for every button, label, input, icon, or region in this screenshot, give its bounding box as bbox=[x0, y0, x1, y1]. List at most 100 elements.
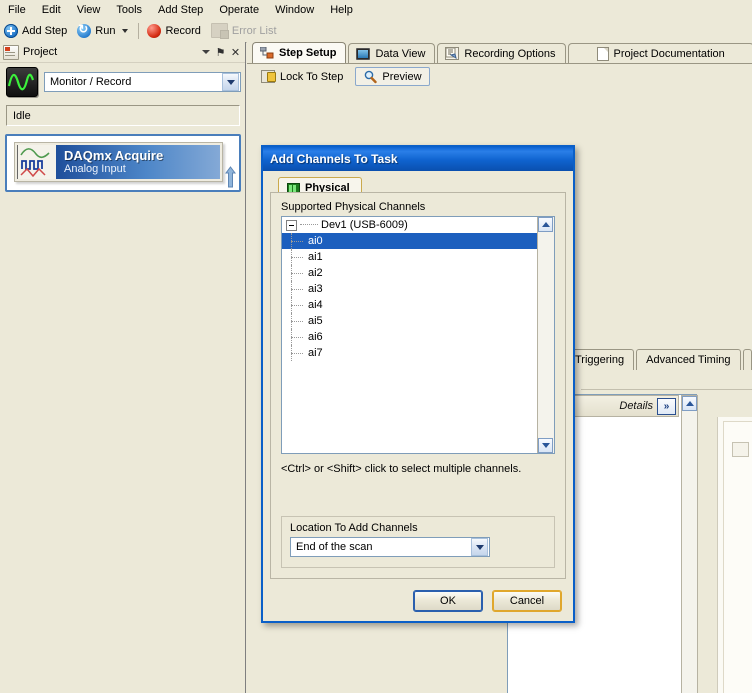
preview-label: Preview bbox=[382, 70, 422, 83]
tree-label: ai1 bbox=[308, 251, 323, 263]
multi-select-hint: <Ctrl> or <Shift> click to select multip… bbox=[281, 463, 522, 475]
error-list-label: Error List bbox=[231, 24, 277, 37]
preview-button[interactable]: Preview bbox=[355, 67, 430, 86]
error-list-button[interactable]: Error List bbox=[207, 20, 283, 41]
step-item-daqmx-acquire[interactable]: DAQmx Acquire Analog Input bbox=[14, 142, 223, 182]
tab-label: Advanced Timing bbox=[646, 354, 731, 366]
mode-combo[interactable]: Monitor / Record bbox=[44, 72, 241, 92]
tab-project-documentation[interactable]: Project Documentation bbox=[567, 43, 752, 63]
menu-item-tools[interactable]: Tools bbox=[108, 2, 150, 18]
menu-item-view[interactable]: View bbox=[69, 2, 109, 18]
run-dropdown-caret-icon[interactable] bbox=[122, 28, 129, 33]
menu-label: Edit bbox=[41, 3, 61, 16]
step-setup-subtoolbar: Lock To Step Preview bbox=[247, 64, 752, 90]
menu-item-file[interactable]: File bbox=[0, 2, 34, 18]
tab-advanced-timing[interactable]: Advanced Timing bbox=[636, 349, 741, 370]
waveform-monitor-icon bbox=[6, 67, 38, 97]
tree-label: ai7 bbox=[308, 347, 323, 359]
scroll-up-button[interactable] bbox=[682, 396, 697, 411]
tab-triggering[interactable]: Triggering bbox=[565, 349, 635, 370]
menu-item-operate[interactable]: Operate bbox=[211, 2, 267, 18]
panel-close-button[interactable]: ✕ bbox=[228, 45, 243, 60]
tree-row-ai5[interactable]: ai5 bbox=[282, 313, 554, 329]
tab-recording-options[interactable]: Recording Options bbox=[437, 43, 566, 63]
menu-bar: File Edit View Tools Add Step Operate Wi… bbox=[0, 0, 752, 20]
add-step-label: Add Step bbox=[22, 24, 68, 37]
tree-row-ai2[interactable]: ai2 bbox=[282, 265, 554, 281]
listbox-scrollbar[interactable] bbox=[537, 217, 554, 453]
tab-partial[interactable] bbox=[742, 349, 752, 370]
tree-label: ai2 bbox=[308, 267, 323, 279]
tree-connector bbox=[300, 224, 318, 226]
status-text: Idle bbox=[13, 109, 31, 122]
location-combo[interactable]: End of the scan bbox=[290, 537, 490, 557]
dialog-title-bar: Add Channels To Task bbox=[263, 147, 573, 171]
scroll-down-button[interactable] bbox=[538, 438, 553, 453]
step-list: DAQmx Acquire Analog Input bbox=[5, 134, 241, 192]
lock-to-step-button[interactable]: Lock To Step bbox=[253, 67, 351, 86]
tab-step-setup[interactable]: Step Setup bbox=[252, 42, 347, 63]
record-button[interactable]: Record bbox=[143, 20, 206, 41]
chevron-down-icon[interactable] bbox=[222, 73, 239, 91]
record-label: Record bbox=[165, 24, 201, 37]
group-divider bbox=[581, 389, 752, 390]
panel-pin-button[interactable]: ⚑ bbox=[213, 45, 228, 60]
tab-data-view[interactable]: Data View bbox=[348, 43, 436, 63]
minus-box-icon[interactable] bbox=[286, 219, 297, 231]
tree-row-ai1[interactable]: ai1 bbox=[282, 249, 554, 265]
file-properties-icon bbox=[732, 442, 749, 457]
location-group: Location To Add Channels End of the scan bbox=[281, 516, 555, 568]
chevron-up-icon bbox=[541, 222, 550, 227]
chevron-down-icon[interactable] bbox=[471, 538, 488, 556]
right-side-panel bbox=[717, 417, 752, 693]
lock-icon bbox=[261, 70, 276, 83]
run-button[interactable]: Run bbox=[73, 20, 134, 41]
step-setup-icon bbox=[259, 46, 274, 59]
tree-connector bbox=[286, 281, 308, 297]
document-icon bbox=[596, 46, 609, 61]
toolbar-separator bbox=[138, 22, 140, 39]
physical-channels-listbox[interactable]: Dev1 (USB-6009) ai0 ai1 ai2 ai3 ai4 ai5 … bbox=[281, 216, 555, 454]
magnifier-icon bbox=[363, 70, 378, 84]
ok-label: OK bbox=[440, 595, 456, 607]
ok-button[interactable]: OK bbox=[413, 590, 483, 612]
tree-label: ai4 bbox=[308, 299, 323, 311]
cancel-button[interactable]: Cancel bbox=[492, 590, 562, 612]
tree-connector bbox=[286, 233, 308, 249]
tree-row-ai3[interactable]: ai3 bbox=[282, 281, 554, 297]
menu-label: Operate bbox=[219, 3, 260, 16]
chevron-down-icon bbox=[201, 50, 210, 54]
tree-connector bbox=[286, 313, 308, 329]
step-item-subtitle: Analog Input bbox=[64, 163, 126, 175]
tree-row-ai0[interactable]: ai0 bbox=[282, 233, 554, 249]
project-icon bbox=[3, 44, 19, 60]
channel-panel-scrollbar[interactable] bbox=[681, 395, 698, 693]
tree-row-device[interactable]: Dev1 (USB-6009) bbox=[282, 217, 554, 233]
menu-item-edit[interactable]: Edit bbox=[34, 2, 69, 18]
menu-label: Tools bbox=[116, 3, 143, 16]
add-step-button[interactable]: Add Step bbox=[0, 20, 73, 41]
tab-label: Data View bbox=[375, 47, 426, 60]
panel-menu-button[interactable] bbox=[198, 45, 213, 60]
workspace-tabs: Step Setup Data View Recording Options P… bbox=[247, 42, 752, 64]
recording-options-icon bbox=[445, 47, 460, 60]
error-list-icon bbox=[210, 23, 229, 39]
tree-row-ai7[interactable]: ai7 bbox=[282, 345, 554, 361]
tree-row-ai4[interactable]: ai4 bbox=[282, 297, 554, 313]
tab-label: Recording Options bbox=[464, 47, 556, 60]
close-icon: ✕ bbox=[230, 46, 241, 59]
step-flow-arrow-icon bbox=[225, 166, 236, 188]
tree-row-ai6[interactable]: ai6 bbox=[282, 329, 554, 345]
lock-to-step-label: Lock To Step bbox=[280, 70, 344, 83]
record-red-ball-icon bbox=[147, 23, 162, 38]
menu-item-window[interactable]: Window bbox=[267, 2, 322, 18]
application-window: File Edit View Tools Add Step Operate Wi… bbox=[0, 0, 752, 693]
menu-item-help[interactable]: Help bbox=[322, 2, 361, 18]
scroll-up-button[interactable] bbox=[538, 217, 553, 232]
add-channels-dialog: Add Channels To Task Physical Supported … bbox=[261, 145, 575, 623]
run-label: Run bbox=[95, 24, 116, 37]
step-item-title: DAQmx Acquire bbox=[64, 148, 164, 163]
location-label: Location To Add Channels bbox=[290, 522, 418, 534]
menu-item-add-step[interactable]: Add Step bbox=[150, 2, 211, 18]
menu-label: Window bbox=[275, 3, 315, 16]
